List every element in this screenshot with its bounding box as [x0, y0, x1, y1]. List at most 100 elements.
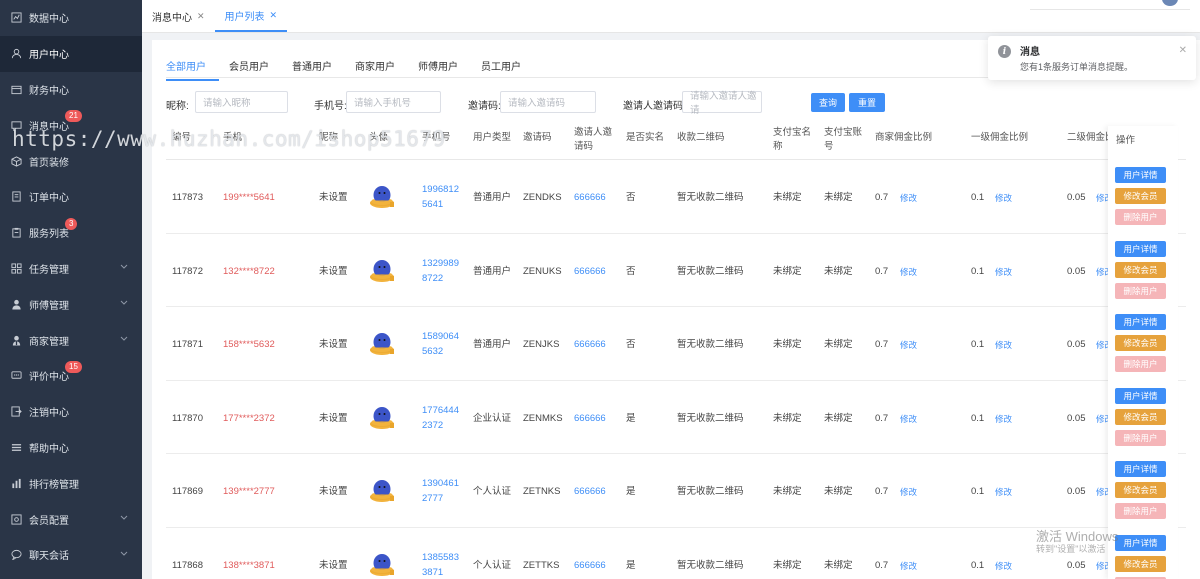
edit-member-button[interactable]: 修改会员 — [1115, 482, 1166, 498]
mobile-number[interactable]: 1996812 — [422, 182, 459, 197]
sidebar-item[interactable]: 会员配置 — [0, 501, 142, 537]
notification-message[interactable]: 您有1条服务订单消息提醒。 — [1020, 60, 1133, 73]
verified-status: 是 — [626, 486, 636, 497]
user-type: 普通用户 — [473, 339, 512, 350]
sidebar-item-label: 订单中心 — [29, 193, 69, 205]
mobile-number[interactable]: 1589064 — [422, 329, 459, 344]
sidebar-item-label: 任务管理 — [29, 264, 69, 276]
sidebar-item-label: 数据中心 — [29, 14, 69, 26]
tab-user-list[interactable]: 用户列表 ✕ — [214, 0, 288, 32]
user-detail-button[interactable]: 用户详情 — [1115, 167, 1166, 183]
avatar — [369, 256, 395, 284]
delete-user-button[interactable]: 删除用户 — [1115, 282, 1166, 299]
user-detail-button[interactable]: 用户详情 — [1115, 240, 1166, 257]
level2-ratio: 0.05 — [1067, 412, 1086, 424]
user-id: 117871 — [172, 339, 203, 350]
alipay-name: 未绑定 — [773, 412, 802, 424]
notification-popup: i 消息 您有1条服务订单消息提醒。 ✕ — [988, 36, 1196, 80]
mobile-number[interactable]: 8722 — [422, 271, 443, 286]
sidebar-item[interactable]: 财务中心 — [0, 72, 142, 108]
mobile-number[interactable]: 2372 — [422, 418, 443, 433]
edit-merchant-ratio-link[interactable]: 修改 — [900, 559, 917, 574]
edit-level1-ratio-link[interactable]: 修改 — [995, 191, 1012, 206]
tab-message-center[interactable]: 消息中心 ✕ — [142, 0, 215, 32]
avatar — [369, 182, 395, 210]
mobile-number[interactable]: 1329989 — [422, 256, 459, 271]
user-detail-button[interactable]: 用户详情 — [1115, 461, 1166, 477]
table-row: 117871 158****5632 未设置 普通用户 ZENJKS 666666 否 暂无收… — [166, 307, 1186, 381]
close-icon[interactable]: ✕ — [270, 10, 278, 21]
edit-level1-ratio-link[interactable]: 修改 — [995, 338, 1012, 353]
phone-input[interactable]: 请输入手机号 — [346, 91, 441, 113]
mobile-number[interactable]: 1390461 — [422, 476, 459, 491]
reset-button[interactable]: 重置 — [849, 93, 885, 112]
edit-member-button[interactable]: 修改会员 — [1115, 335, 1166, 351]
edit-member-button[interactable]: 修改会员 — [1115, 408, 1166, 425]
sidebar-item[interactable]: 任务管理 — [0, 251, 142, 287]
edit-member-button[interactable]: 修改会员 — [1115, 555, 1166, 572]
sidebar-item[interactable]: 服务列表 3 — [0, 215, 142, 251]
sidebar-item[interactable]: 订单中心 — [0, 179, 142, 215]
sidebar-item[interactable]: 排行榜管理 — [0, 465, 142, 501]
edit-merchant-ratio-link[interactable]: 修改 — [900, 265, 917, 280]
edit-member-button[interactable]: 修改会员 — [1115, 188, 1166, 204]
wallet-icon — [10, 83, 22, 95]
edit-merchant-ratio-link[interactable]: 修改 — [900, 338, 917, 353]
user-detail-button[interactable]: 用户详情 — [1115, 314, 1166, 330]
user-type: 企业认证 — [473, 412, 512, 424]
inviter-code[interactable]: 666666 — [574, 411, 606, 426]
mobile-number[interactable]: 1776444 — [422, 403, 459, 418]
edit-level1-ratio-link[interactable]: 修改 — [995, 265, 1012, 280]
delete-user-button[interactable]: 删除用户 — [1115, 209, 1166, 225]
delete-user-button[interactable]: 删除用户 — [1115, 356, 1166, 372]
mobile-number[interactable]: 5632 — [422, 344, 443, 359]
edit-merchant-ratio-link[interactable]: 修改 — [900, 412, 917, 427]
close-icon[interactable]: ✕ — [197, 11, 205, 22]
sidebar-item[interactable]: 用户中心 — [0, 35, 142, 72]
sidebar-item[interactable]: 聊天会话 — [0, 537, 142, 573]
avatar — [369, 550, 395, 578]
top-tab-bar: 消息中心 ✕ 用户列表 ✕ — [142, 0, 1200, 33]
edit-merchant-ratio-link[interactable]: 修改 — [900, 191, 917, 206]
mobile-number[interactable]: 2777 — [422, 491, 443, 506]
mobile-number[interactable]: 3871 — [422, 565, 443, 579]
delete-user-button[interactable]: 删除用户 — [1115, 503, 1166, 519]
mobile-number[interactable]: 5641 — [422, 197, 443, 212]
level1-ratio: 0.1 — [971, 192, 985, 203]
invite-code-input[interactable]: 请输入邀请码 — [500, 91, 596, 113]
mobile-number[interactable]: 1385583 — [422, 550, 459, 565]
sidebar-item-label: 财务中心 — [29, 85, 69, 97]
inviter-code[interactable]: 666666 — [574, 264, 606, 279]
user-type: 普通用户 — [473, 265, 512, 277]
user-detail-button[interactable]: 用户详情 — [1115, 387, 1166, 404]
edit-member-button[interactable]: 修改会员 — [1115, 261, 1166, 278]
edit-level1-ratio-link[interactable]: 修改 — [995, 485, 1012, 500]
close-icon[interactable]: ✕ — [1179, 45, 1187, 56]
inviter-code[interactable]: 666666 — [574, 190, 606, 205]
header-verified: 是否实名 — [626, 132, 665, 143]
sidebar-item[interactable]: 帮助中心 — [0, 430, 142, 466]
sidebar-item-label: 注销中心 — [29, 408, 69, 420]
header-qr: 收款二维码 — [677, 132, 725, 143]
inviter-code[interactable]: 666666 — [574, 484, 606, 499]
sidebar-item[interactable]: 商家管理 — [0, 322, 142, 358]
sidebar-item[interactable]: 师傅管理 — [0, 286, 142, 322]
sidebar-item-label: 服务列表 — [29, 229, 69, 241]
masked-phone: 139****2777 — [223, 486, 275, 497]
sidebar-item[interactable]: 数据中心 — [0, 0, 142, 36]
edit-merchant-ratio-link[interactable]: 修改 — [900, 485, 917, 500]
search-button[interactable]: 查询 — [811, 93, 845, 112]
avatar[interactable] — [1162, 0, 1178, 6]
nickname-input[interactable]: 请输入昵称 — [195, 91, 288, 113]
inviter-code[interactable]: 666666 — [574, 558, 606, 573]
sidebar-item[interactable]: 评价中心 15 — [0, 358, 142, 394]
inviter-code[interactable]: 666666 — [574, 337, 606, 352]
inviter-code-input[interactable]: 请输入邀请人邀请 — [682, 91, 762, 116]
delete-user-button[interactable]: 删除用户 — [1115, 429, 1166, 446]
user-detail-button[interactable]: 用户详情 — [1115, 534, 1166, 551]
edit-level1-ratio-link[interactable]: 修改 — [995, 559, 1012, 574]
sidebar-item[interactable]: 注销中心 — [0, 394, 142, 430]
invite-code: ZENUKS — [523, 265, 562, 277]
level1-ratio: 0.1 — [971, 265, 985, 277]
edit-level1-ratio-link[interactable]: 修改 — [995, 412, 1012, 427]
